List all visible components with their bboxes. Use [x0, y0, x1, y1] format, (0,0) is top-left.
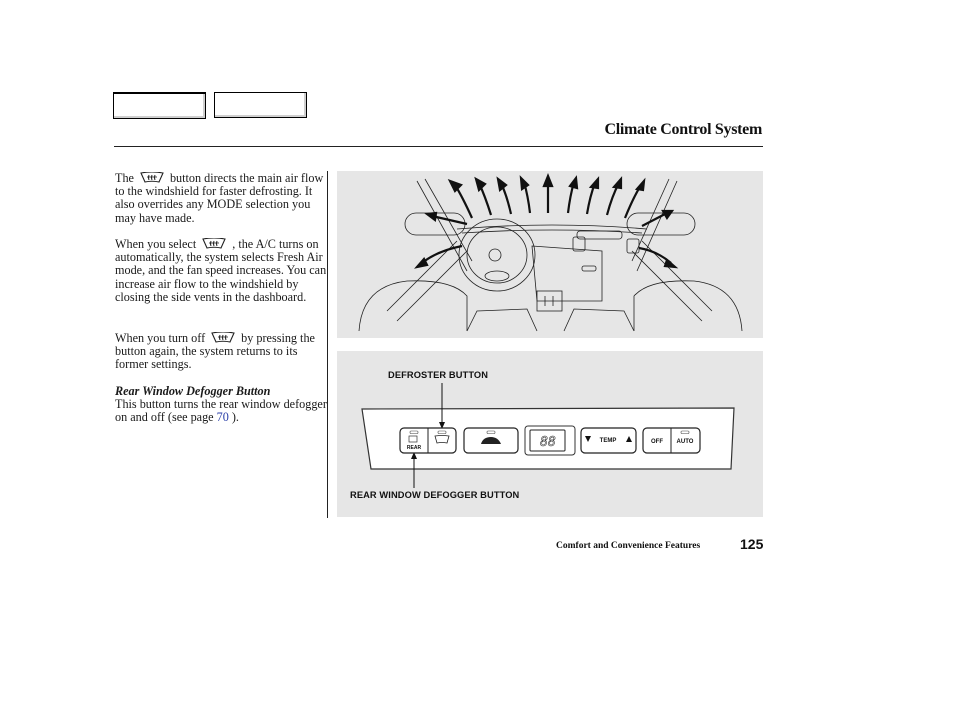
nav-box-main-menu[interactable] — [113, 92, 206, 119]
windshield-defroster-icon — [202, 238, 227, 249]
rear-button-label: REAR — [407, 445, 422, 451]
left-a-pillar — [416, 178, 473, 272]
off-button-label: OFF — [651, 439, 663, 445]
page-number: 125 — [740, 536, 764, 552]
paragraph-defroster-off: When you turn off by pressing the button … — [115, 331, 315, 372]
header-divider — [114, 146, 763, 147]
rear-defogger-button-callout: REAR WINDOW DEFOGGER BUTTON — [350, 490, 520, 500]
right-vent — [626, 238, 640, 254]
nav-box-index[interactable] — [214, 92, 307, 118]
dash-top — [456, 224, 648, 230]
windshield-defroster-icon — [211, 332, 235, 343]
paragraph-defroster-select: When you select, the A/C turns on automa… — [115, 237, 327, 304]
paragraph-rear-defogger: Rear Window Defogger Button This button … — [115, 384, 330, 425]
right-seat — [633, 280, 743, 332]
auto-button-label: AUTO — [677, 439, 694, 445]
page-link-70[interactable]: 70 — [217, 410, 229, 424]
center-top-vent — [576, 230, 623, 240]
dashboard-airflow-figure — [337, 171, 763, 338]
defroster-button-callout: DEFROSTER BUTTON — [388, 370, 489, 380]
page-title: Climate Control System — [604, 121, 762, 138]
left-seat — [358, 280, 468, 332]
steering-wheel — [458, 218, 536, 292]
windshield-defroster-icon — [140, 172, 164, 183]
temp-button-label: TEMP — [600, 438, 617, 444]
dashboard-illustration — [358, 173, 743, 332]
footer-section-name: Comfort and Convenience Features — [556, 541, 701, 551]
temperature-display-value: 88 — [540, 435, 556, 450]
paragraph-defroster-intro: The button directs the main air flow to t… — [115, 171, 324, 225]
